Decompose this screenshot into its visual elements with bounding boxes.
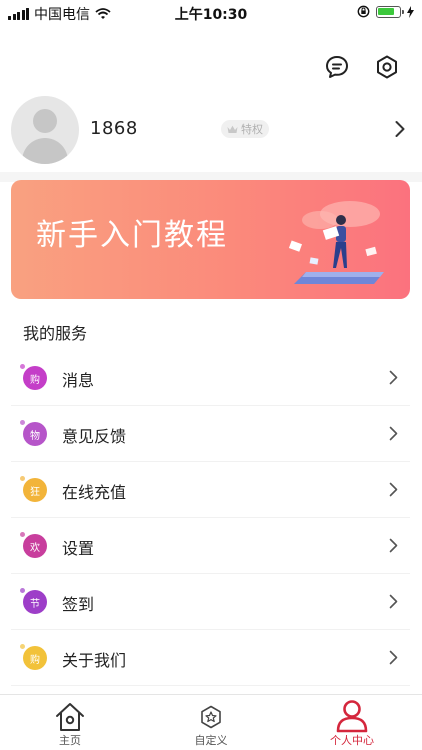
tab-custom[interactable]: 自定义 xyxy=(141,695,281,750)
tab-profile[interactable]: 个人中心 xyxy=(282,695,422,750)
tab-home[interactable]: 主页 xyxy=(0,695,140,750)
service-label: 关于我们 xyxy=(62,651,127,670)
battery-icon xyxy=(376,5,404,18)
chevron-right-icon xyxy=(389,370,398,385)
home-icon xyxy=(56,703,84,731)
service-badge-icon: 狂 xyxy=(20,476,47,502)
chevron-right-icon xyxy=(389,650,398,665)
service-item-recharge[interactable]: 狂 在线充值 xyxy=(11,462,410,518)
charging-bolt-icon xyxy=(407,5,414,18)
person-icon xyxy=(336,700,368,733)
message-icon[interactable] xyxy=(324,54,350,80)
crown-icon xyxy=(227,125,238,133)
badge-label: 特权 xyxy=(241,123,263,136)
profile-row[interactable]: 1868 特权 xyxy=(0,96,422,166)
service-badge-icon: 欢 xyxy=(20,532,47,558)
services-list: 购 消息 物 意见反馈 狂 在线充值 欢 设置 节 签到 购 关于我们 xyxy=(11,350,410,686)
service-item-messages[interactable]: 购 消息 xyxy=(11,350,410,406)
service-item-checkin[interactable]: 节 签到 xyxy=(11,574,410,630)
status-right xyxy=(357,5,414,18)
status-bar: 中国电信 上午10:30 xyxy=(0,0,422,26)
avatar-body xyxy=(22,138,68,164)
banner-title: 新手入门教程 xyxy=(36,218,228,253)
service-badge-icon: 物 xyxy=(20,420,47,446)
tutorial-banner[interactable]: 新手入门教程 xyxy=(11,180,410,299)
rotation-lock-icon xyxy=(357,5,370,18)
service-item-feedback[interactable]: 物 意见反馈 xyxy=(11,406,410,462)
service-badge-icon: 购 xyxy=(20,644,47,670)
service-badge-icon: 购 xyxy=(20,364,47,390)
chevron-right-icon xyxy=(389,538,398,553)
avatar-head xyxy=(33,109,57,133)
service-label: 设置 xyxy=(62,539,95,558)
chevron-right-icon xyxy=(389,482,398,497)
service-label: 意见反馈 xyxy=(62,427,127,446)
services-title: 我的服务 xyxy=(23,324,88,343)
star-hexagon-icon xyxy=(201,705,221,729)
privilege-badge[interactable]: 特权 xyxy=(221,120,269,138)
service-label: 签到 xyxy=(62,595,95,614)
service-item-about[interactable]: 购 关于我们 xyxy=(11,630,410,686)
chevron-right-icon[interactable] xyxy=(394,120,406,138)
tab-label: 个人中心 xyxy=(330,734,374,747)
tab-bar: 主页 自定义 个人中心 xyxy=(0,694,422,750)
services-card: 我的服务 购 消息 物 意见反馈 狂 在线充值 欢 设置 节 签到 购 关于我们 xyxy=(11,312,410,702)
service-label: 消息 xyxy=(62,371,95,390)
settings-icon[interactable] xyxy=(374,54,400,80)
chevron-right-icon xyxy=(389,426,398,441)
reading-person-illustration xyxy=(288,201,384,284)
service-label: 在线充值 xyxy=(62,483,127,502)
avatar[interactable] xyxy=(11,96,79,164)
tab-label: 主页 xyxy=(59,734,81,747)
chevron-right-icon xyxy=(389,594,398,609)
profile-phone: 1868 xyxy=(90,118,138,139)
header-icons xyxy=(324,54,400,80)
service-badge-icon: 节 xyxy=(20,588,47,614)
tab-label: 自定义 xyxy=(194,734,228,747)
service-item-settings[interactable]: 欢 设置 xyxy=(11,518,410,574)
